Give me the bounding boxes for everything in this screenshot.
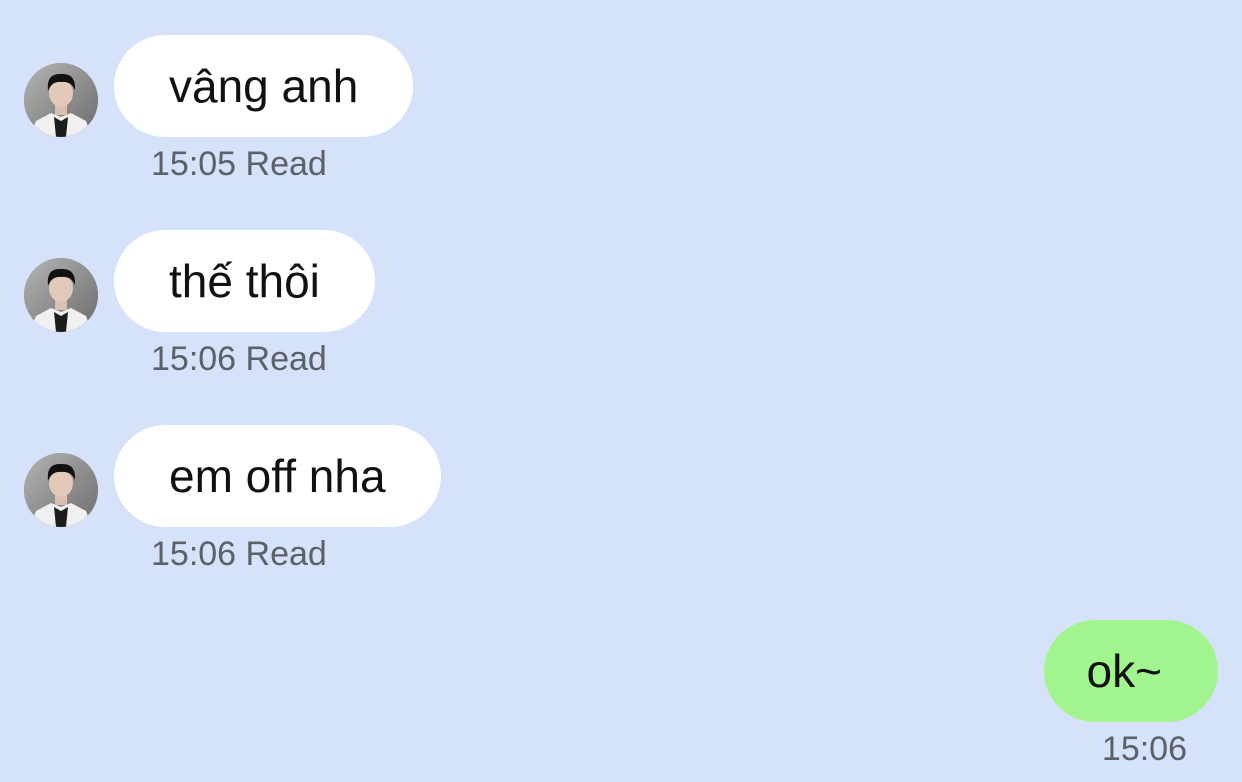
message-bubble[interactable]: ok~	[1043, 620, 1218, 722]
incoming-message: thế thôi 15:06 Read	[0, 230, 700, 390]
read-status: Read	[245, 340, 327, 378]
incoming-message: em off nha 15:06 Read	[0, 425, 700, 585]
chat-thread: vâng anh 15:05 Read thế thôi 15:06 Read	[0, 0, 1242, 782]
message-time: 15:06	[1101, 730, 1187, 768]
avatar-image	[24, 453, 98, 527]
avatar-image	[24, 63, 98, 137]
message-time: 15:06	[151, 340, 237, 378]
message-time: 15:06	[151, 535, 237, 573]
contact-avatar-icon[interactable]	[24, 453, 98, 527]
read-status: Read	[245, 145, 327, 183]
contact-avatar-icon[interactable]	[24, 258, 98, 332]
message-meta: 15:06 Read	[151, 535, 327, 574]
message-time: 15:05	[151, 145, 237, 183]
outgoing-message: ok~ 15:06	[842, 620, 1242, 782]
message-meta: 15:05 Read	[151, 145, 327, 184]
message-meta: 15:06	[1102, 730, 1187, 769]
message-bubble[interactable]: vâng anh	[114, 35, 414, 137]
message-meta: 15:06 Read	[151, 340, 327, 379]
avatar-image	[24, 258, 98, 332]
incoming-message: vâng anh 15:05 Read	[0, 35, 700, 195]
message-bubble[interactable]: thế thôi	[114, 230, 375, 332]
read-status: Read	[245, 535, 327, 573]
contact-avatar-icon[interactable]	[24, 63, 98, 137]
message-bubble[interactable]: em off nha	[114, 425, 441, 527]
